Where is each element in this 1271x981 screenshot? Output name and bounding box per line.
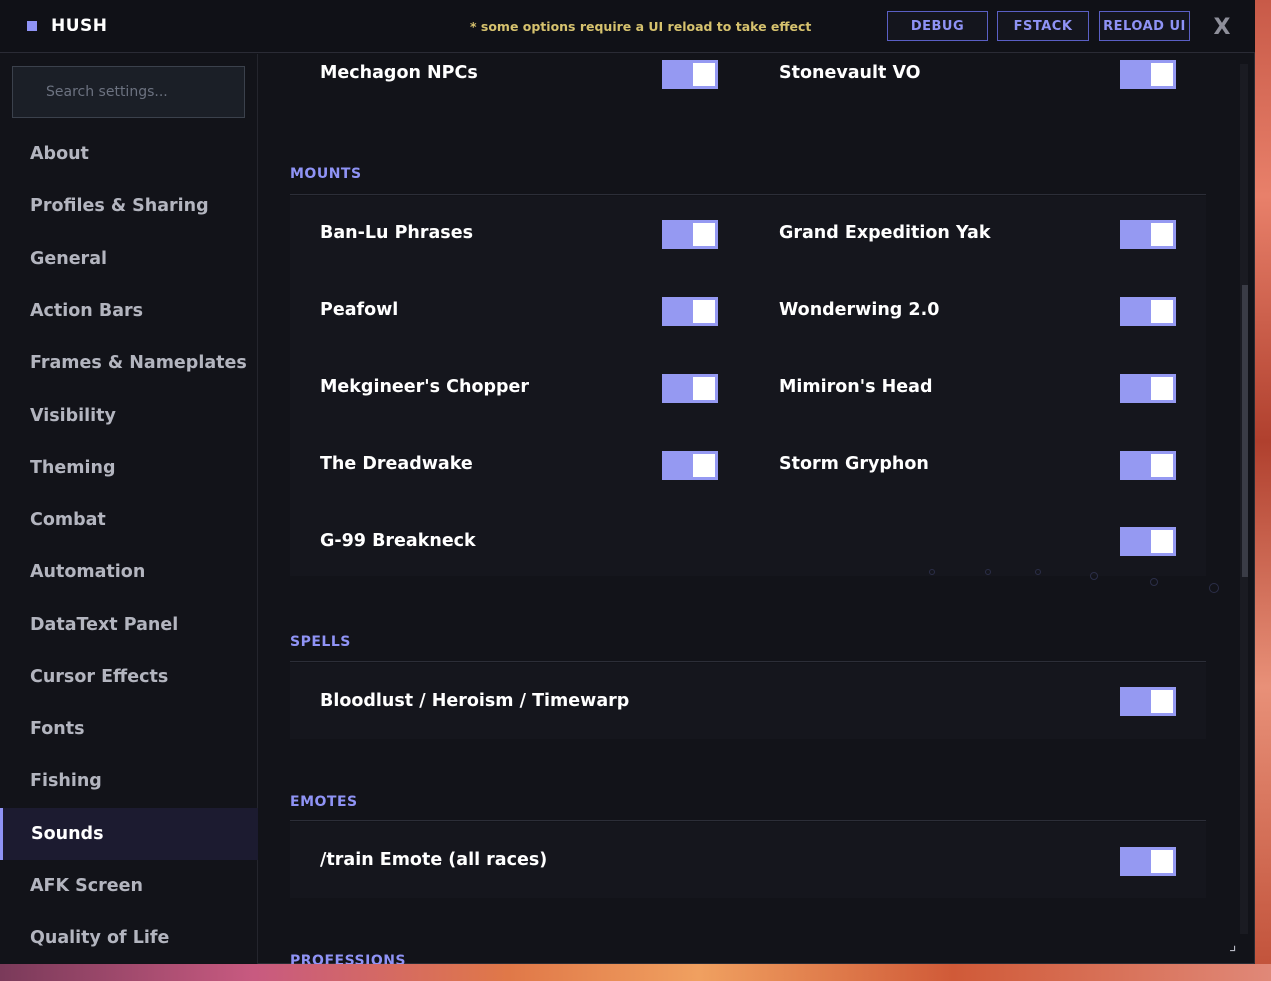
background-artwork-right [1255,0,1271,981]
toggle-knob [1151,690,1173,713]
toggle-stonevault-vo[interactable] [1120,60,1176,89]
fstack-button[interactable]: FSTACK [997,11,1089,41]
brand-square-icon [27,21,37,31]
sidebar-item-visibility[interactable]: Visibility [0,390,258,442]
sidebar-item-quality-of-life[interactable]: Quality of Life [0,912,258,964]
toggle-knob [1151,63,1173,86]
settings-content: Mechagon NPCs Stonevault VO MOUNTS Ban-L… [259,54,1255,964]
toggle-grand-expedition-yak[interactable] [1120,220,1176,249]
section-title-spells: SPELLS [290,634,351,650]
title-bar: HUSH * some options require a UI reload … [0,0,1255,53]
sidebar-item-theming[interactable]: Theming [0,442,258,494]
sidebar-item-profiles-sharing[interactable]: Profiles & Sharing [0,180,258,232]
toggle-knob [693,454,715,477]
section-divider [290,820,1206,821]
toggle-g99-breakneck[interactable] [1120,527,1176,556]
search-input[interactable] [12,66,245,118]
sidebar-item-sounds[interactable]: Sounds [0,808,258,860]
option-label: Grand Expedition Yak [779,223,991,243]
toggle-peafowl[interactable] [662,297,718,326]
decorative-dot [1209,583,1219,593]
resize-grip-icon[interactable]: ⌟ [1229,935,1249,957]
toggle-mechagon-npcs[interactable] [662,60,718,89]
decorative-dot [1035,569,1041,575]
reload-ui-button[interactable]: RELOAD UI [1099,11,1190,41]
toggle-knob [1151,300,1173,323]
sidebar-item-automation[interactable]: Automation [0,546,258,598]
decorative-dot [985,569,991,575]
toggle-knob [693,223,715,246]
toggle-storm-gryphon[interactable] [1120,451,1176,480]
toggle-bloodlust-heroism[interactable] [1120,687,1176,716]
option-label: G-99 Breakneck [320,531,476,551]
sidebar-item-frames-nameplates[interactable]: Frames & Nameplates [0,337,258,389]
sidebar-item-general[interactable]: General [0,233,258,285]
option-label: Peafowl [320,300,399,320]
sidebar-item-fonts[interactable]: Fonts [0,703,258,755]
option-label: Ban-Lu Phrases [320,223,473,243]
decorative-dot [929,569,935,575]
toggle-mimirons-head[interactable] [1120,374,1176,403]
option-label: Mekgineer's Chopper [320,377,530,397]
toggle-knob [693,300,715,323]
toggle-knob [693,377,715,400]
sidebar-item-afk-screen[interactable]: AFK Screen [0,860,258,912]
option-label: /train Emote (all races) [320,850,548,870]
section-title-mounts: MOUNTS [290,166,362,182]
app-name: HUSH [51,16,108,36]
sidebar-item-datatext-panel[interactable]: DataText Panel [0,599,258,651]
decorative-dot [1150,578,1158,586]
toggle-knob [1151,454,1173,477]
toggle-knob [1151,530,1173,553]
background-artwork-bottom [0,964,1271,981]
scrollbar-thumb[interactable] [1242,285,1248,577]
reload-notice: * some options require a UI reload to ta… [470,19,812,34]
sidebar-item-combat[interactable]: Combat [0,494,258,546]
section-title-professions: PROFESSIONS [290,953,407,964]
sidebar-item-about[interactable]: About [0,128,258,180]
section-divider [290,194,1206,195]
debug-button[interactable]: DEBUG [887,11,988,41]
sidebar-item-fishing[interactable]: Fishing [0,755,258,807]
option-label: Wonderwing 2.0 [779,300,940,320]
toggle-mekgineers-chopper[interactable] [662,374,718,403]
toggle-ban-lu-phrases[interactable] [662,220,718,249]
toggle-wonderwing[interactable] [1120,297,1176,326]
decorative-dot [1090,572,1098,580]
toggle-knob [1151,850,1173,873]
close-icon[interactable]: X [1212,13,1232,41]
option-label: Bloodlust / Heroism / Timewarp [320,691,630,711]
section-divider [290,661,1206,662]
option-label: The Dreadwake [320,454,473,474]
toggle-knob [1151,223,1173,246]
option-label: Stonevault VO [779,63,921,83]
option-label: Mechagon NPCs [320,63,478,83]
settings-window: HUSH * some options require a UI reload … [0,0,1255,964]
option-label: Mimiron's Head [779,377,933,397]
toggle-knob [1151,377,1173,400]
sidebar-item-action-bars[interactable]: Action Bars [0,285,258,337]
toggle-knob [693,63,715,86]
section-title-emotes: EMOTES [290,794,358,810]
toggle-the-dreadwake[interactable] [662,451,718,480]
sidebar: About Profiles & Sharing General Action … [0,54,258,964]
toggle-train-emote[interactable] [1120,847,1176,876]
option-label: Storm Gryphon [779,454,929,474]
sidebar-item-cursor-effects[interactable]: Cursor Effects [0,651,258,703]
